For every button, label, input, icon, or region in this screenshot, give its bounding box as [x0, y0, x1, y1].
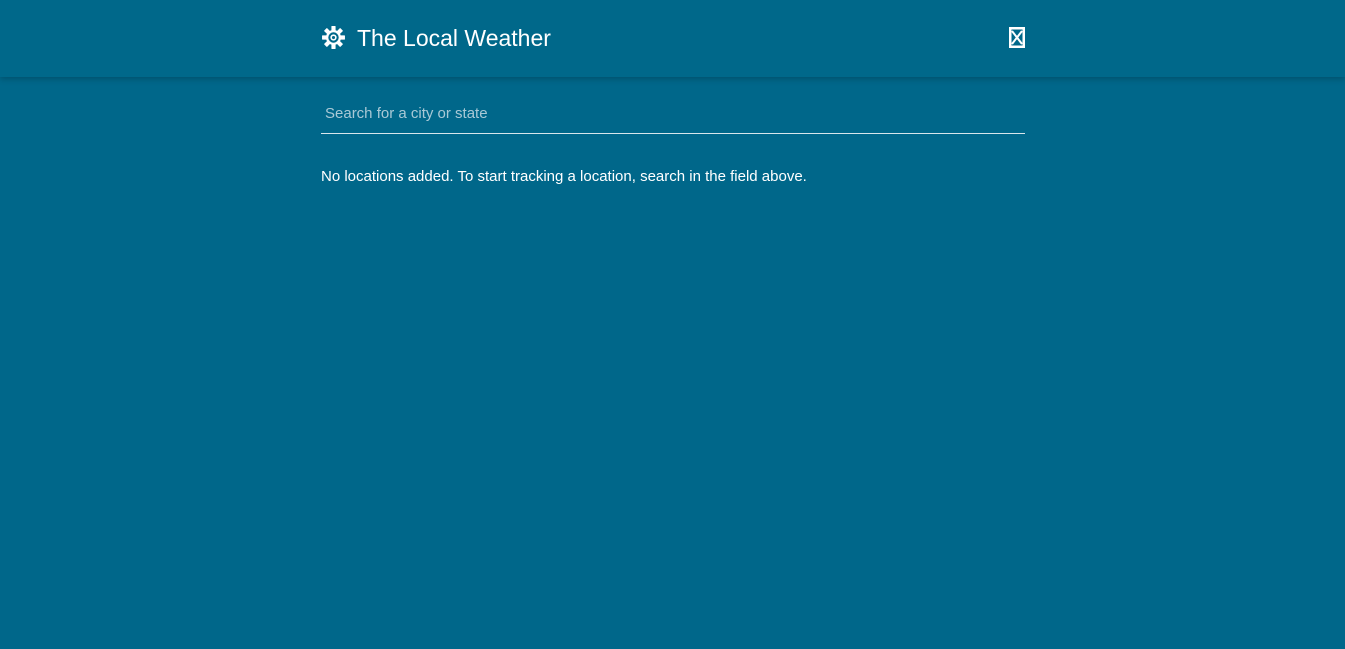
header-content: The Local Weather — [321, 0, 1025, 77]
search-input[interactable] — [321, 94, 1025, 132]
gear-icon — [322, 26, 345, 49]
settings-button[interactable] — [321, 25, 346, 50]
close-icon — [1009, 27, 1025, 48]
app-root: The Local Weather No locations added. To… — [0, 0, 1345, 649]
close-button[interactable] — [1009, 27, 1025, 48]
app-header: The Local Weather — [0, 0, 1345, 77]
app-title: The Local Weather — [357, 25, 551, 51]
empty-locations-message: No locations added. To start tracking a … — [321, 168, 807, 185]
search-field — [321, 94, 1025, 134]
